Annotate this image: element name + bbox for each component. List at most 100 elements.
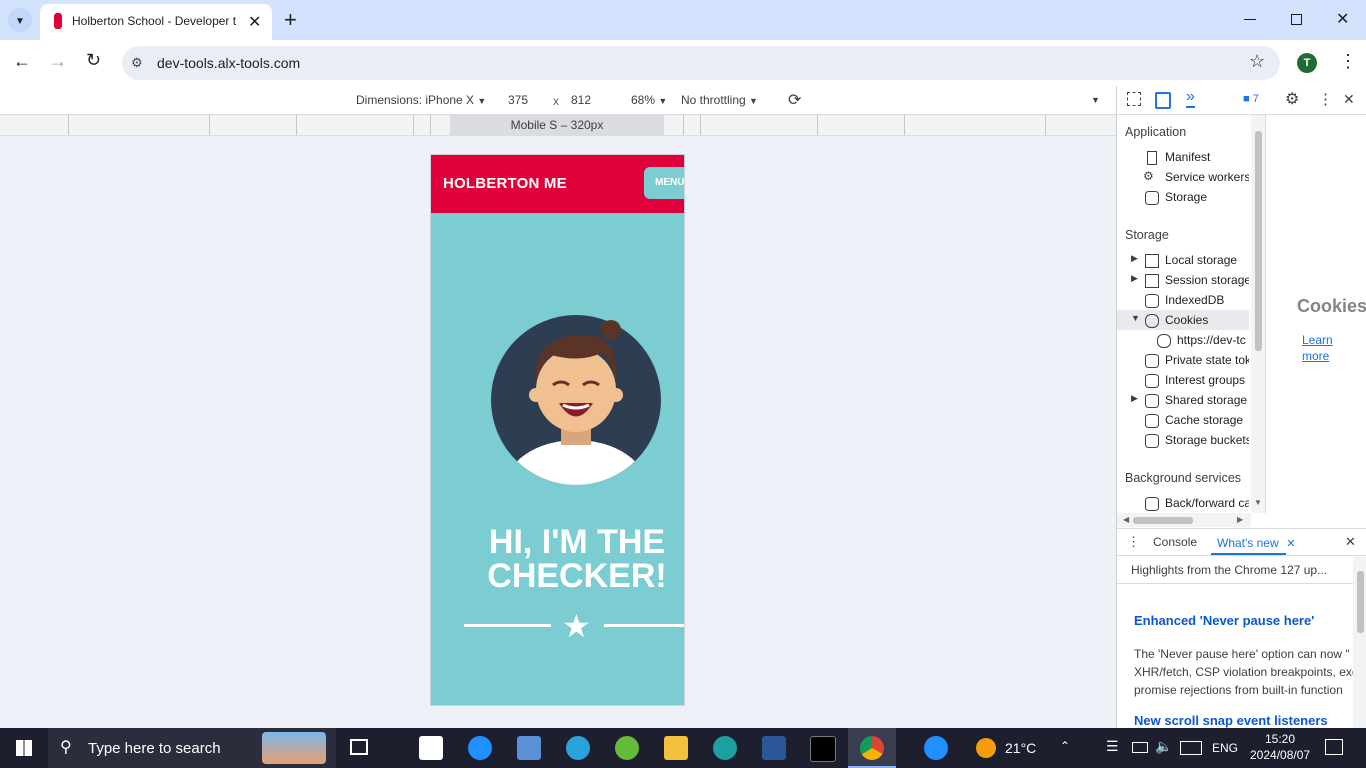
scrollbar-thumb[interactable] — [1255, 131, 1262, 351]
media-query-tick[interactable] — [700, 115, 701, 135]
url-text[interactable]: dev-tools.alx-tools.com — [157, 55, 300, 71]
close-tab-icon[interactable]: ✕ — [248, 12, 261, 32]
inspect-element-icon[interactable] — [1127, 92, 1141, 106]
learn-more-link[interactable]: Learn more — [1302, 332, 1342, 364]
more-tabs-icon[interactable]: » — [1186, 88, 1195, 108]
back-icon[interactable]: ← — [13, 51, 31, 72]
calculator-icon[interactable] — [517, 736, 541, 760]
device-toggle-icon[interactable] — [1155, 92, 1171, 109]
browser-tab[interactable]: Holberton School - Developer t ✕ — [40, 4, 272, 40]
telegram-icon[interactable] — [566, 736, 590, 760]
close-drawer-icon[interactable]: ✕ — [1345, 534, 1356, 550]
browser-menu-icon[interactable]: ⋮ — [1339, 51, 1357, 72]
edge-icon[interactable] — [713, 736, 737, 760]
article-title-never-pause[interactable]: Enhanced 'Never pause here' — [1134, 613, 1314, 628]
dimensions-dropdown[interactable]: Dimensions: iPhone X ▼ — [356, 93, 486, 107]
sidebar-item-private-state-tokens[interactable]: Private state tok — [1117, 350, 1249, 370]
zoom-dropdown[interactable]: 68% ▼ — [631, 93, 667, 107]
temperature[interactable]: 21°C — [1005, 740, 1036, 756]
scroll-right-arrow-icon[interactable]: ▶ — [1237, 515, 1243, 524]
more-options-caret-icon[interactable]: ▼ — [1091, 95, 1100, 105]
restore-icon[interactable] — [1291, 14, 1302, 25]
address-bar[interactable]: ⚙ dev-tools.alx-tools.com ☆ — [122, 46, 1280, 80]
height-input[interactable]: 812 — [571, 93, 591, 107]
sidebar-vertical-scrollbar[interactable]: ▼ — [1251, 115, 1265, 513]
help-icon[interactable] — [924, 736, 948, 760]
expand-arrow-icon[interactable]: ▶ — [1131, 253, 1138, 264]
media-query-tick[interactable] — [209, 115, 210, 135]
drawer-menu-icon[interactable]: ⋮ — [1127, 534, 1140, 550]
sidebar-item-session-storage[interactable]: ▶ Session storage — [1117, 270, 1249, 290]
new-tab-icon[interactable]: + — [284, 7, 297, 33]
taskbar-search-box[interactable]: ⚲ Type here to search — [48, 728, 336, 768]
sidebar-item-storage[interactable]: Storage — [1117, 187, 1249, 207]
sidebar-item-local-storage[interactable]: ▶ Local storage — [1117, 250, 1249, 270]
task-view-icon[interactable] — [350, 739, 368, 755]
width-input[interactable]: 375 — [508, 93, 528, 107]
close-devtools-icon[interactable]: ✕ — [1343, 91, 1355, 108]
collapse-arrow-icon[interactable]: ▼ — [1131, 313, 1140, 323]
settings-gear-icon[interactable]: ⚙ — [1285, 89, 1299, 109]
tab-search-button[interactable]: ▼ — [8, 8, 32, 32]
media-query-tick[interactable] — [817, 115, 818, 135]
file-explorer-icon[interactable] — [664, 736, 688, 760]
media-query-tick[interactable] — [430, 115, 431, 135]
media-query-tick[interactable] — [1045, 115, 1046, 135]
bookmark-star-icon[interactable]: ☆ — [1249, 51, 1265, 72]
site-info-icon[interactable]: ⚙ — [131, 55, 143, 71]
network-icon[interactable]: ☰ — [1106, 738, 1119, 755]
media-query-tick[interactable] — [296, 115, 297, 135]
minimize-icon[interactable] — [1244, 19, 1256, 20]
scroll-left-arrow-icon[interactable]: ◀ — [1123, 515, 1129, 524]
issues-badge[interactable]: ■ 7 — [1243, 93, 1259, 105]
clock[interactable]: 15:20 2024/08/07 — [1250, 731, 1310, 763]
media-query-tick[interactable] — [413, 115, 414, 135]
utorrent-icon[interactable] — [615, 736, 639, 760]
scrollbar-thumb[interactable] — [1357, 571, 1364, 633]
throttling-dropdown[interactable]: No throttling ▼ — [681, 93, 758, 107]
keyboard-icon[interactable] — [1180, 741, 1202, 755]
site-title[interactable]: HOLBERTON ME — [443, 175, 567, 192]
sidebar-item-back-forward-cache[interactable]: Back/forward ca — [1117, 493, 1249, 513]
chrome-taskbar-item[interactable] — [848, 728, 896, 768]
close-tab-icon[interactable]: ✕ — [1286, 538, 1295, 550]
rotate-icon[interactable]: ⟳ — [788, 90, 801, 110]
article-title-scroll-snap[interactable]: New scroll snap event listeners — [1134, 713, 1328, 728]
media-query-tick[interactable] — [683, 115, 684, 135]
tab-console[interactable]: Console — [1153, 535, 1197, 549]
menu-button[interactable]: MENU — [644, 167, 684, 199]
profile-avatar[interactable]: T — [1297, 53, 1317, 73]
reload-icon[interactable]: ↻ — [86, 50, 101, 71]
scrollbar-thumb[interactable] — [1133, 517, 1193, 524]
internet-explorer-icon[interactable] — [468, 736, 492, 760]
tab-whats-new[interactable]: What's new ✕ — [1211, 529, 1296, 555]
word-icon[interactable] — [762, 736, 786, 760]
sidebar-item-cache-storage[interactable]: Cache storage — [1117, 410, 1249, 430]
media-query-mobile-s[interactable]: Mobile S – 320px — [450, 115, 664, 135]
media-query-tick[interactable] — [904, 115, 905, 135]
notifications-icon[interactable] — [1325, 739, 1343, 755]
sidebar-item-storage-buckets[interactable]: Storage buckets — [1117, 430, 1249, 450]
sidebar-item-interest-groups[interactable]: Interest groups — [1117, 370, 1249, 390]
amazon-icon[interactable] — [419, 736, 443, 760]
drawer-scrollbar[interactable] — [1353, 557, 1366, 729]
terminal-icon[interactable] — [810, 736, 836, 762]
show-hidden-icons-chevron-icon[interactable]: ⌃ — [1060, 739, 1070, 753]
forward-icon[interactable]: → — [49, 51, 67, 72]
expand-arrow-icon[interactable]: ▶ — [1131, 393, 1138, 404]
sidebar-item-cookies[interactable]: ▼ Cookies — [1117, 310, 1249, 330]
sidebar-item-indexeddb[interactable]: IndexedDB — [1117, 290, 1249, 310]
input-language[interactable]: ENG — [1212, 741, 1238, 755]
sidebar-item-shared-storage[interactable]: ▶ Shared storage — [1117, 390, 1249, 410]
sidebar-item-service-workers[interactable]: ⚙ Service workers — [1117, 167, 1249, 187]
windows-start-icon[interactable] — [16, 740, 32, 756]
media-query-tick[interactable] — [68, 115, 69, 135]
volume-icon[interactable]: 🔈 — [1155, 738, 1172, 755]
scroll-down-arrow-icon[interactable]: ▼ — [1254, 498, 1262, 507]
battery-icon[interactable] — [1132, 742, 1148, 753]
sidebar-horizontal-scrollbar[interactable]: ◀ ▶ — [1117, 513, 1251, 527]
expand-arrow-icon[interactable]: ▶ — [1131, 273, 1138, 284]
close-window-icon[interactable]: ✕ — [1336, 9, 1349, 29]
devtools-menu-icon[interactable]: ⋮ — [1318, 90, 1333, 108]
sidebar-item-manifest[interactable]: Manifest — [1117, 147, 1249, 167]
